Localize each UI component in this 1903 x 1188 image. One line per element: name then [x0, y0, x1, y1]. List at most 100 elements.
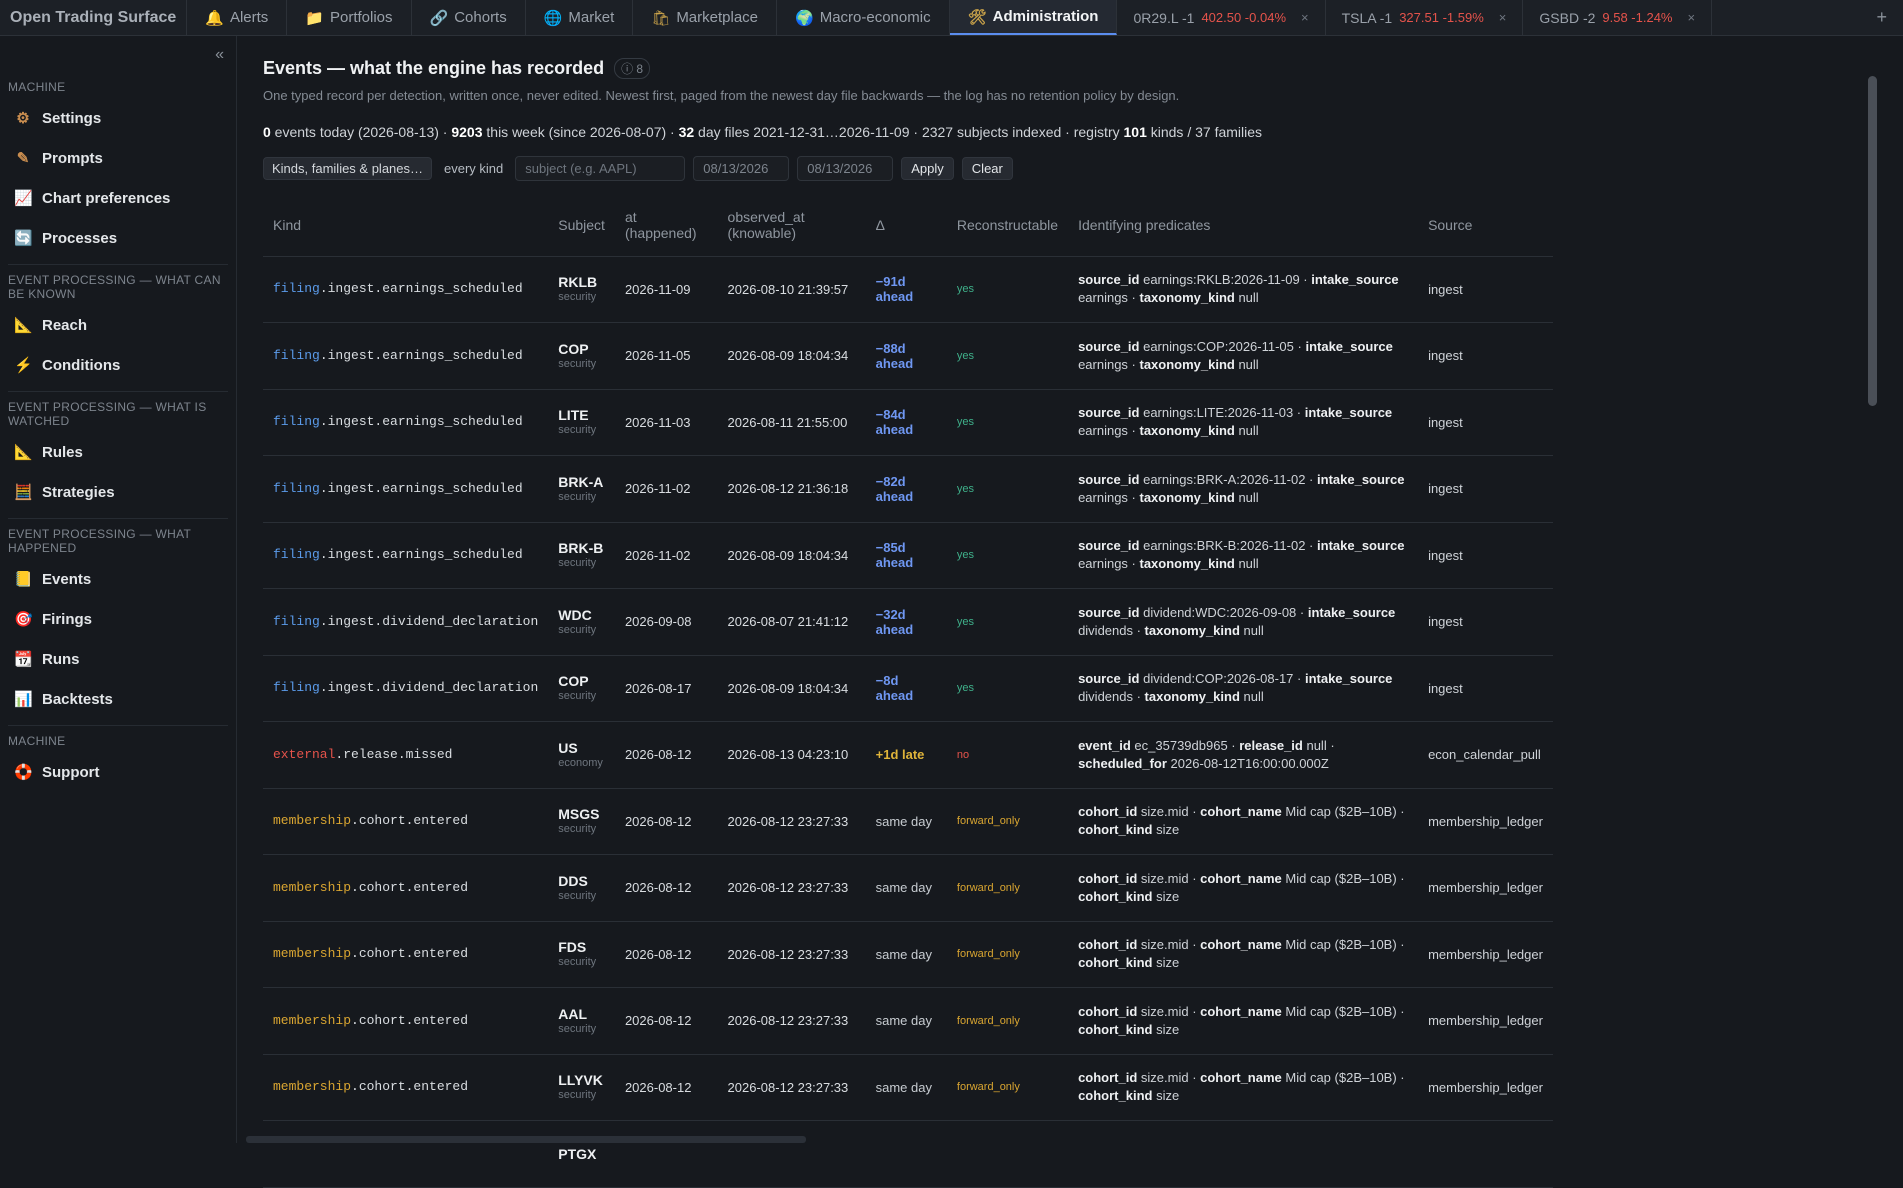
predicates-cell: source_id dividend:COP:2026-08-17 · inta…: [1068, 655, 1419, 722]
subject-symbol[interactable]: RKLB: [558, 274, 605, 290]
close-icon[interactable]: ×: [1301, 10, 1309, 25]
subject-kind: security: [558, 424, 597, 437]
predicate-key: cohort_name: [1200, 870, 1282, 886]
sidebar-divider: [8, 518, 228, 519]
close-icon[interactable]: ×: [1688, 10, 1696, 25]
tab-label: Alerts: [229, 9, 269, 26]
stat-text: kinds / 37 families: [1146, 124, 1263, 140]
predicate-value: earnings ·: [1078, 290, 1140, 306]
kind-family: filing: [273, 480, 320, 496]
tab-macro-economic[interactable]: 🌍 Macro-economic: [777, 0, 950, 35]
gear-icon: ⚙: [16, 110, 30, 127]
table-row[interactable]: external.release.missed US economy 2026-08-…: [263, 721, 1553, 789]
column-header[interactable]: observed_at (knowable): [717, 194, 866, 257]
column-header[interactable]: Source: [1418, 194, 1553, 257]
table-row[interactable]: membership.cohort.entered AAL security 2026…: [263, 987, 1553, 1055]
subject-symbol[interactable]: COP: [558, 341, 605, 357]
column-header[interactable]: Reconstructable: [946, 194, 1069, 257]
vertical-scrollbar[interactable]: [1868, 76, 1877, 406]
app-title[interactable]: Open Trading Surface: [0, 0, 188, 35]
column-header[interactable]: Kind: [263, 194, 549, 257]
table-row[interactable]: filing.ingest.dividend_declaration COP sec…: [263, 655, 1553, 722]
subject-symbol[interactable]: COP: [558, 673, 605, 689]
tab-cohorts[interactable]: 🔗 Cohorts: [412, 0, 526, 35]
subject-symbol[interactable]: LITE: [558, 407, 605, 423]
column-header[interactable]: Δ: [865, 194, 947, 257]
tab-portfolios[interactable]: 📁 Portfolios: [287, 0, 412, 35]
clear-button[interactable]: Clear: [961, 157, 1013, 180]
subject-symbol[interactable]: BRK-B: [558, 540, 605, 556]
kind-name: .cohort.entered: [351, 879, 469, 895]
subject-symbol[interactable]: DDS: [558, 873, 605, 889]
happened-at-cell: 2026-08-12: [614, 788, 718, 855]
subject-symbol[interactable]: MSGS: [558, 806, 605, 822]
sidebar-item-settings[interactable]: ⚙ Settings: [0, 98, 236, 138]
table-row[interactable]: PTGX: [263, 1120, 1553, 1188]
subject-kind: security: [558, 1089, 597, 1102]
sidebar-item-strategies[interactable]: 🧮 Strategies: [0, 472, 236, 512]
table-row[interactable]: membership.cohort.entered FDS security 2026…: [263, 921, 1553, 988]
subject-cell: LLYVK security: [548, 1054, 615, 1121]
tab-alerts[interactable]: 🔔 Alerts: [187, 0, 288, 35]
apply-button[interactable]: Apply: [901, 157, 954, 180]
predicate-key: cohort_kind: [1078, 888, 1153, 904]
happened-at-cell: 2026-08-12: [614, 921, 718, 988]
subject-symbol[interactable]: BRK-A: [558, 474, 605, 490]
table-row[interactable]: membership.cohort.entered DDS security 2026…: [263, 854, 1553, 922]
table-row[interactable]: membership.cohort.entered LLYVK security 20…: [263, 1054, 1553, 1121]
column-header[interactable]: Identifying predicates: [1068, 194, 1419, 257]
predicate-key: intake_source: [1304, 405, 1393, 421]
sidebar-item-chart-preferences[interactable]: 📈 Chart preferences: [0, 178, 236, 218]
subject-symbol[interactable]: US: [558, 740, 605, 756]
sidebar-item-backtests[interactable]: 📊 Backtests: [0, 679, 236, 719]
predicate-value: ec_35739db965 ·: [1130, 737, 1240, 753]
tab-market[interactable]: 🌐 Market: [526, 0, 634, 35]
kind-name: .release.missed: [335, 746, 453, 762]
quote-tab-tsla[interactable]: TSLA -1 327.51 -1.59% ×: [1326, 0, 1524, 35]
column-header[interactable]: at (happened): [614, 194, 718, 257]
subject-symbol[interactable]: WDC: [558, 607, 605, 623]
subject-symbol[interactable]: FDS: [558, 939, 605, 955]
sidebar-item-reach[interactable]: 📐 Reach: [0, 305, 236, 345]
sidebar-item-runs[interactable]: 📆 Runs: [0, 639, 236, 679]
predicate-value: earnings:BRK-B:2026-11-02 ·: [1139, 538, 1318, 554]
column-header[interactable]: Subject: [548, 194, 615, 257]
delta-cell: same day: [865, 987, 947, 1055]
subject-cell: COP security: [548, 655, 615, 722]
quote-tab-gsbd[interactable]: GSBD -2 9.58 -1.24% ×: [1523, 0, 1713, 35]
kinds-filter-button[interactable]: Kinds, families & planes…: [263, 157, 433, 180]
subject-symbol[interactable]: LLYVK: [558, 1072, 605, 1088]
table-row[interactable]: filing.ingest.earnings_scheduled BRK-B sec…: [263, 522, 1553, 589]
kind-name: .cohort.entered: [351, 1079, 469, 1095]
predicate-key: scheduled_for: [1078, 755, 1167, 771]
subject-symbol[interactable]: PTGX: [558, 1146, 605, 1162]
tab-marketplace[interactable]: 🛍 Marketplace: [633, 0, 778, 35]
sidebar-item-processes[interactable]: 🔄 Processes: [0, 218, 236, 258]
quote-symbol: TSLA -1: [1341, 9, 1393, 26]
sidebar-item-firings[interactable]: 🎯 Firings: [0, 599, 236, 639]
table-row[interactable]: filing.ingest.dividend_declaration WDC sec…: [263, 588, 1553, 656]
quote-tab-0r29.l[interactable]: 0R29.L -1 402.50 -0.04% ×: [1117, 0, 1326, 35]
subject-input[interactable]: subject (e.g. AAPL): [515, 156, 686, 181]
date-from-input[interactable]: 08/13/2026: [693, 156, 790, 181]
table-row[interactable]: filing.ingest.earnings_scheduled LITE secu…: [263, 389, 1553, 456]
table-row[interactable]: filing.ingest.earnings_scheduled COP secur…: [263, 322, 1553, 390]
close-icon[interactable]: ×: [1499, 10, 1507, 25]
source-cell: ingest: [1418, 522, 1553, 589]
predicate-value: earnings ·: [1078, 489, 1140, 505]
horizontal-scrollbar[interactable]: [246, 1136, 806, 1143]
date-to-input[interactable]: 08/13/2026: [797, 156, 894, 181]
table-row[interactable]: filing.ingest.earnings_scheduled BRK-A sec…: [263, 455, 1553, 523]
tab-administration[interactable]: 🛠 Administration: [949, 0, 1118, 35]
sidebar-item-support[interactable]: 🛟 Support: [0, 752, 236, 792]
table-row[interactable]: membership.cohort.entered MSGS security 202…: [263, 788, 1553, 855]
table-row[interactable]: filing.ingest.earnings_scheduled RKLB secu…: [263, 256, 1553, 323]
collapse-sidebar-icon[interactable]: «: [215, 46, 224, 64]
new-tab-button[interactable]: +: [1860, 0, 1903, 35]
sidebar-item-rules[interactable]: 📐 Rules: [0, 432, 236, 472]
predicates-cell: cohort_id size.mid · cohort_name Mid cap…: [1068, 854, 1419, 922]
subject-symbol[interactable]: AAL: [558, 1006, 605, 1022]
sidebar-item-prompts[interactable]: ✎ Prompts: [0, 138, 236, 178]
sidebar-item-events[interactable]: 📒 Events: [0, 559, 236, 599]
sidebar-item-conditions[interactable]: ⚡ Conditions: [0, 345, 236, 385]
